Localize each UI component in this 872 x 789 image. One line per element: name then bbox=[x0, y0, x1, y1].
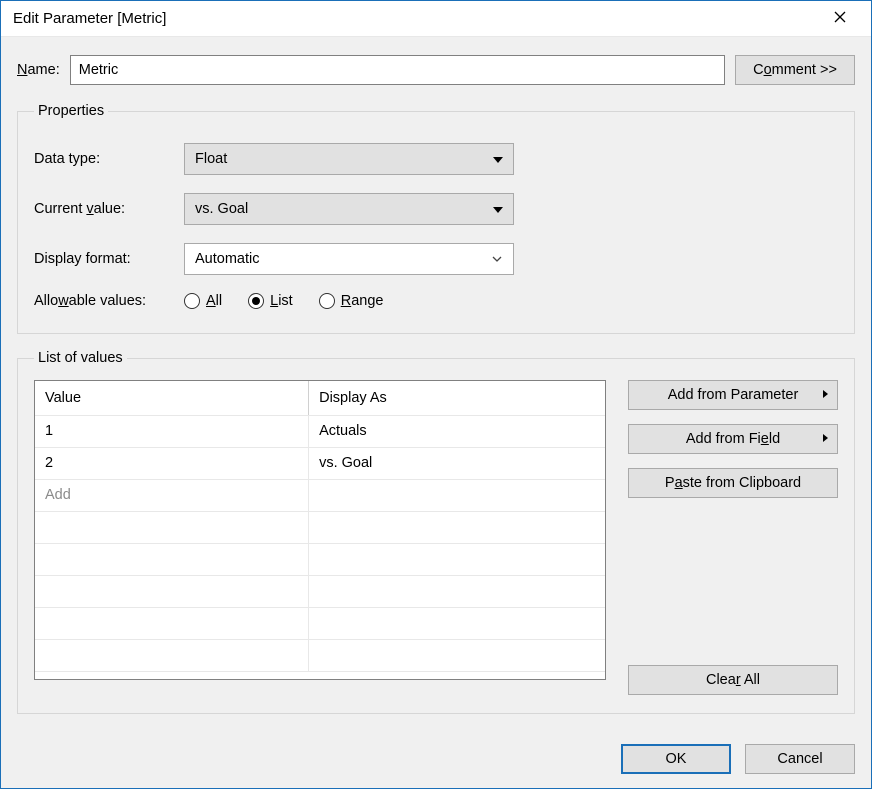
clear-all-button[interactable]: Clear All bbox=[628, 665, 838, 695]
name-label: Name: bbox=[17, 62, 60, 78]
titlebar: Edit Parameter [Metric] bbox=[1, 1, 871, 37]
table-row-empty bbox=[35, 575, 605, 607]
radio-all[interactable]: All bbox=[184, 293, 222, 309]
radio-list[interactable]: List bbox=[248, 293, 293, 309]
radio-icon bbox=[319, 293, 335, 309]
table-row-empty bbox=[35, 543, 605, 575]
cell-display-as[interactable]: Actuals bbox=[309, 415, 605, 447]
values-grid[interactable]: Value Display As 1 Actuals 2 vs. G bbox=[34, 380, 606, 680]
table-row-add[interactable]: Add bbox=[35, 479, 605, 511]
table-row[interactable]: 1 Actuals bbox=[35, 415, 605, 447]
current-value-label: Current value: bbox=[34, 201, 184, 217]
cell-display-as[interactable]: vs. Goal bbox=[309, 447, 605, 479]
data-type-row: Data type: Float bbox=[34, 143, 838, 175]
display-format-label: Display format: bbox=[34, 251, 184, 267]
chevron-down-icon bbox=[493, 201, 503, 217]
display-format-select[interactable]: Automatic bbox=[184, 243, 514, 275]
properties-legend: Properties bbox=[34, 103, 108, 119]
name-input[interactable] bbox=[70, 55, 725, 85]
display-format-row: Display format: Automatic bbox=[34, 243, 838, 275]
allowable-radios: All List Range bbox=[184, 293, 383, 309]
chevron-down-icon bbox=[493, 151, 503, 167]
dialog-body: Name: Comment >> Properties Data type: F… bbox=[1, 37, 871, 788]
cancel-button[interactable]: Cancel bbox=[745, 744, 855, 774]
cell-empty[interactable] bbox=[309, 479, 605, 511]
window-title: Edit Parameter [Metric] bbox=[13, 10, 819, 27]
col-value[interactable]: Value bbox=[35, 381, 309, 415]
data-type-select[interactable]: Float bbox=[184, 143, 514, 175]
radio-range[interactable]: Range bbox=[319, 293, 384, 309]
dialog-window: Edit Parameter [Metric] Name: Comment >>… bbox=[0, 0, 872, 789]
add-from-parameter-button[interactable]: Add from Parameter bbox=[628, 380, 838, 410]
display-format-value: Automatic bbox=[195, 251, 259, 267]
data-type-value: Float bbox=[195, 151, 227, 167]
current-value-row: Current value: vs. Goal bbox=[34, 193, 838, 225]
table-row-empty bbox=[35, 607, 605, 639]
properties-group: Properties Data type: Float Current valu… bbox=[17, 103, 855, 334]
list-of-values-group: List of values Value Display As bbox=[17, 350, 855, 714]
table-row[interactable]: 2 vs. Goal bbox=[35, 447, 605, 479]
ok-button[interactable]: OK bbox=[621, 744, 731, 774]
radio-all-label: All bbox=[206, 293, 222, 309]
close-icon bbox=[834, 11, 846, 27]
list-side-buttons: Add from Parameter Add from Field Paste … bbox=[628, 380, 838, 695]
add-from-field-button[interactable]: Add from Field bbox=[628, 424, 838, 454]
radio-range-label: Range bbox=[341, 293, 384, 309]
table-row-empty bbox=[35, 639, 605, 671]
paste-from-clipboard-button[interactable]: Paste from Clipboard bbox=[628, 468, 838, 498]
current-value-select[interactable]: vs. Goal bbox=[184, 193, 514, 225]
list-content: Value Display As 1 Actuals 2 vs. G bbox=[34, 380, 838, 695]
submenu-arrow-icon bbox=[822, 431, 829, 447]
col-display-as[interactable]: Display As bbox=[309, 381, 605, 415]
table-header-row: Value Display As bbox=[35, 381, 605, 415]
data-type-label: Data type: bbox=[34, 151, 184, 167]
chevron-down-icon bbox=[491, 253, 503, 265]
comment-button[interactable]: Comment >> bbox=[735, 55, 855, 85]
add-placeholder[interactable]: Add bbox=[35, 479, 309, 511]
dialog-footer: OK Cancel bbox=[17, 730, 855, 774]
allowable-label: Allowable values: bbox=[34, 293, 184, 309]
allowable-row: Allowable values: All List Range bbox=[34, 293, 838, 309]
current-value-value: vs. Goal bbox=[195, 201, 248, 217]
radio-icon bbox=[184, 293, 200, 309]
values-table: Value Display As 1 Actuals 2 vs. G bbox=[35, 381, 605, 672]
cell-value[interactable]: 2 bbox=[35, 447, 309, 479]
radio-list-label: List bbox=[270, 293, 293, 309]
close-button[interactable] bbox=[819, 5, 861, 33]
table-row-empty bbox=[35, 511, 605, 543]
spacer bbox=[628, 512, 838, 651]
cell-value[interactable]: 1 bbox=[35, 415, 309, 447]
list-legend: List of values bbox=[34, 350, 127, 366]
submenu-arrow-icon bbox=[822, 387, 829, 403]
radio-icon-selected bbox=[248, 293, 264, 309]
name-row: Name: Comment >> bbox=[17, 55, 855, 85]
